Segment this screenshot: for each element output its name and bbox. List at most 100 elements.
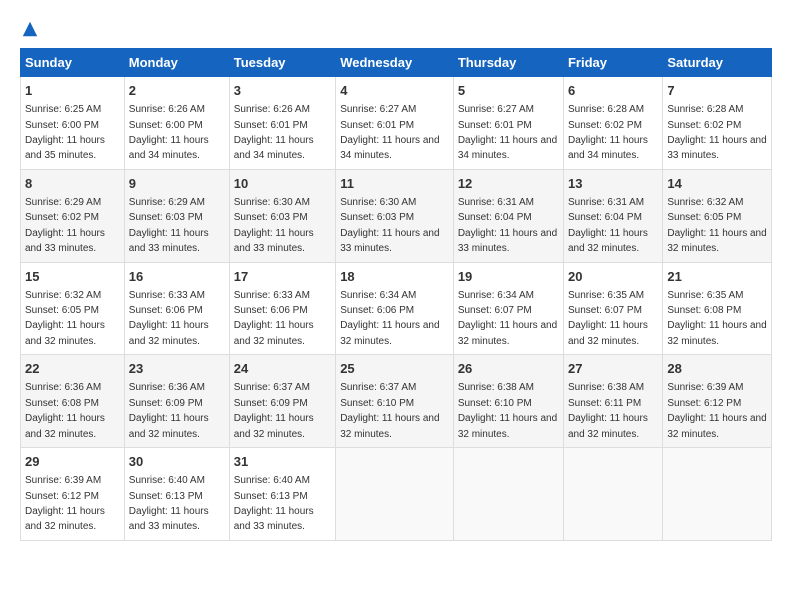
day-number: 5	[458, 82, 559, 100]
calendar-cell: 18 Sunrise: 6:34 AM Sunset: 6:06 PM Dayligh…	[336, 262, 454, 355]
col-header-tuesday: Tuesday	[229, 49, 335, 77]
calendar-cell: 31Sunrise: 6:40 AMSunset: 6:13 PMDayligh…	[229, 448, 335, 541]
day-daylight: Daylight: 11 hours and 32 minutes.	[129, 413, 209, 439]
day-sunset: Sunset: 6:04 PM	[458, 212, 532, 223]
day-daylight: Daylight: 11 hours and 32 minutes.	[568, 320, 648, 346]
calendar-cell: 9Sunrise: 6:29 AMSunset: 6:03 PMDaylight…	[124, 169, 229, 262]
day-daylight: Daylight: 11 hours and 34 minutes.	[568, 135, 648, 161]
day-daylight: Daylight: 11 hours and 33 minutes.	[129, 228, 209, 254]
calendar-cell: 26Sunrise: 6:38 AMSunset: 6:10 PMDayligh…	[453, 355, 563, 448]
day-sunset: Sunset: 6:03 PM	[234, 212, 308, 223]
calendar-cell: 16Sunrise: 6:33 AMSunset: 6:06 PMDayligh…	[124, 262, 229, 355]
day-number: 9	[129, 175, 225, 193]
day-number: 30	[129, 453, 225, 471]
day-sunset: Sunset: 6:08 PM	[667, 305, 741, 316]
day-sunset: Sunset: 6:06 PM	[340, 305, 414, 316]
day-number: 11	[340, 175, 449, 193]
calendar-cell: 2Sunrise: 6:26 AMSunset: 6:00 PMDaylight…	[124, 77, 229, 170]
calendar-cell: 30Sunrise: 6:40 AMSunset: 6:13 PMDayligh…	[124, 448, 229, 541]
day-sunset: Sunset: 6:10 PM	[340, 398, 414, 409]
calendar-cell: 15Sunrise: 6:32 AMSunset: 6:05 PMDayligh…	[21, 262, 125, 355]
calendar-table: SundayMondayTuesdayWednesdayThursdayFrid…	[20, 48, 772, 541]
day-number: 3	[234, 82, 331, 100]
calendar-cell: 7Sunrise: 6:28 AMSunset: 6:02 PMDaylight…	[663, 77, 772, 170]
calendar-row: 29Sunrise: 6:39 AMSunset: 6:12 PMDayligh…	[21, 448, 772, 541]
day-daylight: Daylight: 11 hours and 32 minutes.	[667, 413, 766, 439]
day-sunset: Sunset: 6:06 PM	[129, 305, 203, 316]
calendar-cell: 28Sunrise: 6:39 AMSunset: 6:12 PMDayligh…	[663, 355, 772, 448]
calendar-cell: 6Sunrise: 6:28 AMSunset: 6:02 PMDaylight…	[563, 77, 662, 170]
day-number: 6	[568, 82, 658, 100]
day-sunrise: Sunrise: 6:33 AM	[234, 290, 310, 301]
day-sunrise: Sunrise: 6:25 AM	[25, 104, 101, 115]
col-header-thursday: Thursday	[453, 49, 563, 77]
day-number: 29	[25, 453, 120, 471]
day-sunset: Sunset: 6:09 PM	[129, 398, 203, 409]
calendar-row: 15 Sunrise: 6:32 AM Sunset: 6:05 PM Dayligh…	[21, 262, 772, 355]
day-sunrise: Sunrise: 6:32 AM	[667, 197, 743, 208]
day-number: 18	[340, 268, 449, 286]
day-daylight: Daylight: 11 hours and 32 minutes.	[340, 320, 439, 346]
day-sunrise: Sunrise: 6:34 AM	[340, 290, 416, 301]
day-sunrise: Sunrise: 6:35 AM	[667, 290, 743, 301]
day-sunrise: Sunrise: 6:39 AM	[25, 475, 101, 486]
calendar-cell: 19Sunrise: 6:34 AMSunset: 6:07 PMDayligh…	[453, 262, 563, 355]
day-number: 25	[340, 360, 449, 378]
day-sunset: Sunset: 6:00 PM	[129, 120, 203, 131]
day-sunset: Sunset: 6:03 PM	[340, 212, 414, 223]
day-daylight: Daylight: 11 hours and 32 minutes.	[340, 413, 439, 439]
day-daylight: Daylight: 11 hours and 33 minutes.	[340, 228, 439, 254]
day-number: 19	[458, 268, 559, 286]
day-sunset: Sunset: 6:12 PM	[667, 398, 741, 409]
calendar-cell: 20 Sunrise: 6:35 AM Sunset: 6:07 PM Dayligh…	[563, 262, 662, 355]
calendar-cell: 5Sunrise: 6:27 AMSunset: 6:01 PMDaylight…	[453, 77, 563, 170]
day-sunrise: Sunrise: 6:32 AM	[25, 290, 101, 301]
day-sunrise: Sunrise: 6:28 AM	[568, 104, 644, 115]
day-sunrise: Sunrise: 6:37 AM	[340, 382, 416, 393]
calendar-cell: 22Sunrise: 6:36 AMSunset: 6:08 PMDayligh…	[21, 355, 125, 448]
day-sunrise: Sunrise: 6:35 AM	[568, 290, 644, 301]
day-sunrise: Sunrise: 6:29 AM	[129, 197, 205, 208]
calendar-cell: 14Sunrise: 6:32 AMSunset: 6:05 PMDayligh…	[663, 169, 772, 262]
calendar-cell: 1 Sunrise: 6:25 AM Sunset: 6:00 PM Daylight…	[21, 77, 125, 170]
day-sunset: Sunset: 6:13 PM	[234, 491, 308, 502]
day-number: 15	[25, 268, 120, 286]
day-number: 20	[568, 268, 658, 286]
day-number: 1	[25, 82, 120, 100]
calendar-cell: 17Sunrise: 6:33 AMSunset: 6:06 PMDayligh…	[229, 262, 335, 355]
calendar-cell	[663, 448, 772, 541]
day-sunrise: Sunrise: 6:26 AM	[129, 104, 205, 115]
calendar-row: 8Sunrise: 6:29 AMSunset: 6:02 PMDaylight…	[21, 169, 772, 262]
day-sunset: Sunset: 6:04 PM	[568, 212, 642, 223]
day-number: 12	[458, 175, 559, 193]
day-number: 21	[667, 268, 767, 286]
calendar-cell: 25 Sunrise: 6:37 AM Sunset: 6:10 PM Dayligh…	[336, 355, 454, 448]
day-daylight: Daylight: 11 hours and 32 minutes.	[568, 228, 648, 254]
day-sunrise: Sunrise: 6:36 AM	[25, 382, 101, 393]
day-sunrise: Sunrise: 6:30 AM	[234, 197, 310, 208]
day-sunset: Sunset: 6:01 PM	[340, 120, 414, 131]
day-number: 26	[458, 360, 559, 378]
calendar-cell: 27Sunrise: 6:38 AMSunset: 6:11 PMDayligh…	[563, 355, 662, 448]
day-sunrise: Sunrise: 6:27 AM	[340, 104, 416, 115]
logo-icon	[21, 20, 39, 38]
day-number: 4	[340, 82, 449, 100]
day-number: 13	[568, 175, 658, 193]
day-sunset: Sunset: 6:05 PM	[25, 305, 99, 316]
day-number: 27	[568, 360, 658, 378]
day-daylight: Daylight: 11 hours and 32 minutes.	[234, 320, 314, 346]
day-number: 23	[129, 360, 225, 378]
day-daylight: Daylight: 11 hours and 34 minutes.	[340, 135, 439, 161]
day-sunset: Sunset: 6:00 PM	[25, 120, 99, 131]
day-daylight: Daylight: 11 hours and 35 minutes.	[25, 135, 105, 161]
day-sunrise: Sunrise: 6:31 AM	[458, 197, 534, 208]
day-number: 31	[234, 453, 331, 471]
day-sunset: Sunset: 6:07 PM	[568, 305, 642, 316]
day-daylight: Daylight: 11 hours and 34 minutes.	[234, 135, 314, 161]
calendar-cell: 23Sunrise: 6:36 AMSunset: 6:09 PMDayligh…	[124, 355, 229, 448]
calendar-cell	[563, 448, 662, 541]
day-daylight: Daylight: 11 hours and 32 minutes.	[458, 413, 557, 439]
day-sunset: Sunset: 6:09 PM	[234, 398, 308, 409]
day-sunrise: Sunrise: 6:30 AM	[340, 197, 416, 208]
col-header-saturday: Saturday	[663, 49, 772, 77]
